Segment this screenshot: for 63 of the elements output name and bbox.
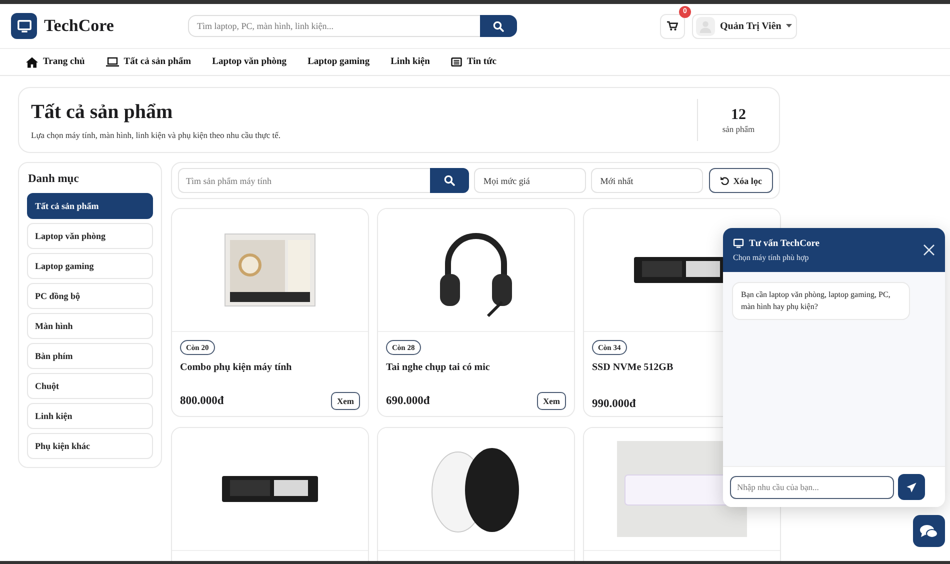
- search-button[interactable]: [480, 15, 517, 37]
- logo-icon[interactable]: [11, 13, 37, 39]
- category-item[interactable]: Laptop văn phòng: [27, 223, 153, 249]
- category-item[interactable]: Laptop gaming: [27, 253, 153, 279]
- category-item[interactable]: Màn hình: [27, 313, 153, 339]
- page-subtitle: Lựa chọn máy tính, màn hình, linh kiện và phụ kiện theo nhu cầu thực tế.: [31, 130, 282, 140]
- product-photo[interactable]: [378, 209, 574, 332]
- chat-subtitle: Chọn máy tính phù hợp: [733, 253, 810, 262]
- cart-button[interactable]: [660, 14, 685, 38]
- nav-link[interactable]: Trang chủ: [26, 56, 85, 68]
- reset-filter-button[interactable]: Xóa lọc: [709, 168, 774, 193]
- newspaper-icon: [450, 57, 462, 67]
- product-price: 990.000đ: [592, 398, 636, 410]
- monitor-icon: [733, 238, 744, 249]
- product-name[interactable]: Combo phụ kiện máy tính: [180, 362, 360, 392]
- brand-name[interactable]: TechCore: [44, 16, 114, 36]
- category-item[interactable]: Linh kiện: [27, 403, 153, 429]
- category-item[interactable]: Chuột: [27, 373, 153, 399]
- product-photo[interactable]: [378, 428, 574, 551]
- user-menu-button[interactable]: Quản Trị Viên: [692, 14, 798, 38]
- category-item[interactable]: Bàn phím: [27, 343, 153, 369]
- close-icon: [923, 244, 935, 256]
- search-button[interactable]: [430, 168, 470, 193]
- page-title: Tất cả sản phẩm: [31, 100, 174, 124]
- product-count: 12: [731, 106, 746, 124]
- chat-title: Tư vấn TechCore: [749, 238, 820, 248]
- chat-toggle-button[interactable]: [913, 515, 945, 547]
- caret-icon: [786, 24, 792, 28]
- category-item[interactable]: Tất cả sản phẩm: [27, 193, 153, 219]
- close-button[interactable]: [923, 244, 935, 256]
- category-item[interactable]: Phụ kiện khác: [27, 433, 153, 459]
- search-icon: [493, 20, 504, 32]
- product-price: 800.000đ: [180, 395, 224, 407]
- sort-select[interactable]: Mới nhất: [591, 168, 704, 193]
- cart-icon: [667, 21, 678, 31]
- search-icon: [444, 175, 456, 186]
- product-search-field[interactable]: Tìm sản phẩm máy tính: [178, 168, 430, 193]
- view-button[interactable]: Xem: [537, 392, 566, 410]
- product-photo[interactable]: [172, 428, 368, 551]
- sidebar-title: Danh mục: [28, 173, 80, 185]
- nav-link[interactable]: Linh kiện: [390, 57, 430, 67]
- user-avatar-icon: [699, 20, 712, 32]
- undo-icon: [720, 176, 730, 185]
- chat-message: Bạn cần laptop văn phòng, laptop gaming, PC, màn hình hay phụ kiện?: [732, 282, 910, 320]
- category-item[interactable]: PC đồng bộ: [27, 283, 153, 309]
- send-icon: [906, 482, 917, 492]
- product-photo[interactable]: [172, 209, 368, 332]
- product-count-label: sản phẩm: [722, 124, 755, 134]
- chat-bubbles-icon: [920, 524, 938, 538]
- nav-link[interactable]: Tin tức: [450, 57, 496, 67]
- product-name[interactable]: Tai nghe chụp tai có mic: [386, 362, 566, 392]
- chat-input-field[interactable]: Nhập nhu cầu của bạn...: [730, 476, 894, 498]
- nav-link[interactable]: Tất cả sản phẩm: [106, 57, 192, 67]
- monitor-icon: [16, 18, 32, 34]
- laptop-icon: [106, 57, 119, 67]
- nav-link[interactable]: Laptop gaming: [308, 57, 370, 67]
- price-filter-select[interactable]: Mọi mức giá: [474, 168, 586, 193]
- product-price: 690.000đ: [386, 395, 430, 407]
- search-field[interactable]: Tìm laptop, PC, màn hình, linh kiện...: [188, 15, 480, 37]
- send-button[interactable]: [898, 474, 925, 500]
- home-icon: [26, 56, 38, 68]
- nav-link[interactable]: Laptop văn phòng: [212, 57, 287, 67]
- view-button[interactable]: Xem: [331, 392, 360, 410]
